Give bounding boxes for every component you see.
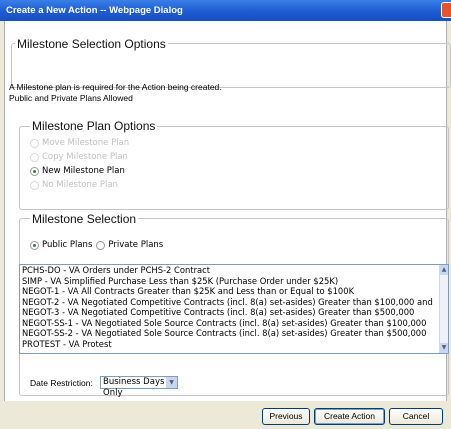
previous-button[interactable]: Previous	[262, 408, 310, 425]
list-item[interactable]: NEGOT-SS-2 - VA Negotiated Sole Source C…	[20, 328, 448, 339]
radio-move-plan[interactable]: Move Milestone Plan	[30, 138, 129, 148]
list-item[interactable]: PCHS-DO - VA Orders under PCHS-2 Contrac…	[20, 265, 448, 276]
dialog-button-bar: Previous Create Action Cancel	[4, 401, 447, 429]
radio-move-plan-control[interactable]	[30, 138, 39, 148]
list-item[interactable]: SIMP - VA Simplified Purchase Less than …	[20, 276, 448, 287]
public-private-group: Public Plans Private Plans	[30, 240, 163, 250]
window-titlebar: Create a New Action -- Webpage Dialog	[0, 0, 451, 21]
radio-copy-plan[interactable]: Copy Milestone Plan	[30, 152, 128, 162]
radio-no-plan[interactable]: No Milestone Plan	[30, 180, 118, 190]
list-item[interactable]: NEGOT-SS-1 - VA Negotiated Sole Source C…	[20, 318, 448, 329]
chevron-down-icon[interactable]: ▼	[166, 377, 177, 388]
radio-copy-plan-label: Copy Milestone Plan	[42, 152, 128, 162]
list-item[interactable]: NEGOT-2 - VA Negotiated Competitive Cont…	[20, 297, 448, 308]
scroll-up-icon[interactable]: ▲	[440, 265, 448, 275]
close-icon[interactable]	[441, 2, 451, 18]
plan-options-legend: Milestone Plan Options	[30, 119, 158, 133]
milestone-options-title: Milestone Selection Options	[15, 37, 168, 51]
dialog-content: Milestone Selection Options A Milestone …	[4, 21, 451, 401]
cancel-button[interactable]: Cancel	[389, 408, 443, 425]
window-title: Create a New Action -- Webpage Dialog	[6, 5, 183, 16]
radio-no-plan-control[interactable]	[30, 180, 39, 190]
milestone-selection-legend: Milestone Selection	[30, 212, 139, 226]
list-item[interactable]: PROTEST - VA Protest	[20, 339, 448, 350]
list-item[interactable]: NEGOT-3 - VA Negotiated Competitive Cont…	[20, 307, 448, 318]
radio-new-plan-label: New Milestone Plan	[42, 166, 125, 176]
radio-new-plan-control[interactable]	[30, 166, 39, 176]
radio-private-plans[interactable]	[96, 240, 106, 250]
public-plans-label: Public Plans	[42, 240, 93, 250]
info-line-1: A Milestone plan is required for the Act…	[9, 82, 222, 92]
radio-public-plans[interactable]	[30, 240, 39, 250]
date-restriction-select[interactable]: Business Days Only ▼	[100, 376, 178, 398]
listbox-scrollbar[interactable]: ▲ ▼	[439, 265, 448, 353]
radio-copy-plan-control[interactable]	[30, 152, 39, 162]
milestone-plans-listbox[interactable]: PCHS-DO - VA Orders under PCHS-2 Contrac…	[19, 264, 449, 354]
radio-no-plan-label: No Milestone Plan	[42, 180, 118, 190]
list-item[interactable]: NEGOT-1 - VA All Contracts Greater than …	[20, 286, 448, 297]
create-action-button[interactable]: Create Action	[314, 408, 385, 425]
info-line-2: Public and Private Plans Allowed	[9, 93, 133, 103]
radio-move-plan-label: Move Milestone Plan	[42, 138, 130, 148]
private-plans-label: Private Plans	[108, 240, 164, 250]
scroll-down-icon[interactable]: ▼	[440, 343, 448, 353]
date-restriction-label: Date Restriction:	[30, 378, 93, 388]
radio-new-plan[interactable]: New Milestone Plan	[30, 166, 125, 176]
